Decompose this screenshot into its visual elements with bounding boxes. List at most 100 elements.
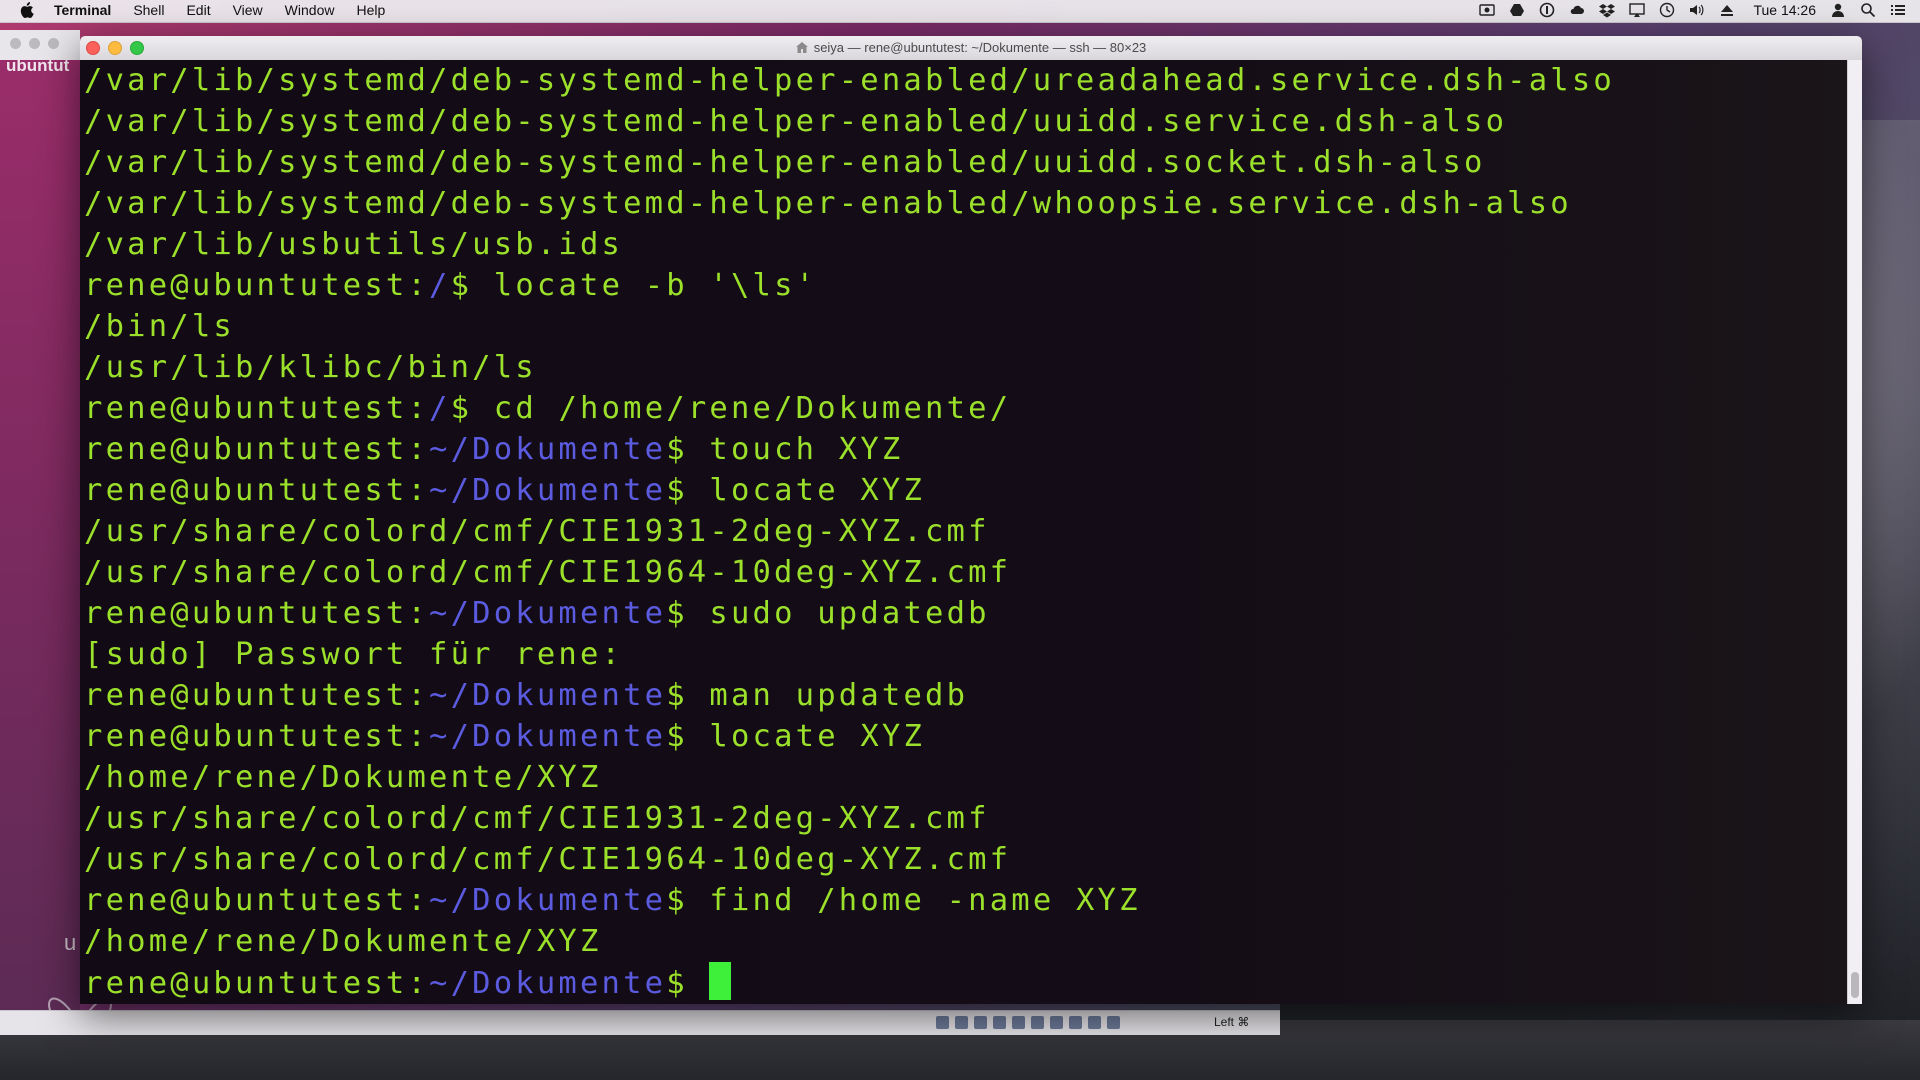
prompt-path: ~/Dokumente bbox=[429, 719, 667, 754]
prompt-symbol: $ bbox=[450, 268, 473, 303]
prompt-symbol: $ bbox=[666, 596, 688, 631]
google-drive-icon[interactable] bbox=[1509, 2, 1525, 18]
time-machine-icon[interactable] bbox=[1659, 2, 1675, 18]
command-text: touch XYZ bbox=[687, 432, 904, 467]
terminal-output-line: [sudo] Passwort für rene: bbox=[84, 637, 624, 672]
prompt-separator: : bbox=[407, 391, 430, 426]
prompt-path: ~/Dokumente bbox=[429, 883, 667, 918]
terminal-output-line: /var/lib/systemd/deb-systemd-helper-enab… bbox=[84, 145, 1486, 180]
window-title: seiya — rene@ubuntutest: ~/Dokumente — s… bbox=[80, 40, 1862, 55]
display-icon[interactable] bbox=[1050, 1016, 1063, 1029]
terminal-prompt-line: rene@ubuntutest:~/Dokumente$ find /home … bbox=[84, 880, 1615, 921]
prompt-path: / bbox=[429, 268, 451, 303]
prompt-path: / bbox=[429, 391, 451, 426]
user-icon[interactable] bbox=[1830, 2, 1846, 18]
scrollbar[interactable] bbox=[1847, 60, 1862, 1004]
command-text: locate XYZ bbox=[687, 473, 926, 508]
prompt-path: ~/Dokumente bbox=[429, 432, 667, 467]
terminal-output-line: /home/rene/Dokumente/XYZ bbox=[84, 924, 602, 959]
menu-app-terminal[interactable]: Terminal bbox=[54, 2, 111, 18]
terminal-output-line: /home/rene/Dokumente/XYZ bbox=[84, 760, 602, 795]
menu-bar: Terminal Shell Edit View Window Help Tue… bbox=[0, 0, 1920, 23]
vm-window-controls[interactable] bbox=[10, 38, 59, 49]
command-text: find /home -name XYZ bbox=[687, 883, 1141, 918]
dropbox-icon[interactable] bbox=[1599, 2, 1616, 18]
prompt-separator: : bbox=[407, 883, 430, 918]
prompt-separator: : bbox=[407, 432, 430, 467]
terminal-prompt-line: rene@ubuntutest:~/Dokumente$ sudo update… bbox=[84, 593, 1615, 634]
prompt-separator: : bbox=[407, 678, 430, 713]
apple-logo-icon[interactable] bbox=[20, 2, 34, 18]
1password-icon[interactable] bbox=[1539, 2, 1555, 18]
command-text: locate -b '\ls' bbox=[472, 268, 818, 303]
prompt-symbol: $ bbox=[666, 883, 688, 918]
terminal-output-line: /var/lib/usbutils/usb.ids bbox=[84, 227, 624, 262]
prompt-host: rene@ubuntutest bbox=[84, 966, 408, 1001]
screen-record-icon[interactable] bbox=[1479, 2, 1496, 18]
cpu-icon[interactable] bbox=[1088, 1016, 1101, 1029]
cloud-icon[interactable] bbox=[1569, 2, 1585, 18]
audio-icon[interactable] bbox=[974, 1016, 987, 1029]
prompt-symbol: $ bbox=[666, 966, 688, 1001]
terminal-prompt-line: rene@ubuntutest:~/Dokumente$ locate XYZ bbox=[84, 716, 1615, 757]
terminal-output-line: /usr/lib/klibc/bin/ls bbox=[84, 350, 537, 385]
network-icon[interactable] bbox=[993, 1016, 1006, 1029]
prompt-separator: : bbox=[407, 596, 430, 631]
prompt-separator: : bbox=[407, 966, 430, 1001]
menu-window[interactable]: Window bbox=[285, 2, 335, 18]
usb-icon[interactable] bbox=[1012, 1016, 1025, 1029]
menu-clock[interactable]: Tue 14:26 bbox=[1753, 2, 1816, 18]
prompt-host: rene@ubuntutest bbox=[84, 391, 408, 426]
prompt-path: ~/Dokumente bbox=[429, 473, 667, 508]
prompt-symbol: $ bbox=[666, 473, 688, 508]
command-text bbox=[688, 966, 710, 1001]
vm-desktop-letter: u bbox=[64, 930, 77, 955]
terminal-prompt-line: rene@ubuntutest:/$ cd /home/rene/Dokumen… bbox=[84, 388, 1615, 429]
terminal-output-line: /var/lib/systemd/deb-systemd-helper-enab… bbox=[84, 186, 1572, 221]
terminal-output-line: /usr/share/colord/cmf/CIE1964-10deg-XYZ.… bbox=[84, 555, 1012, 590]
screen-mirroring-icon[interactable] bbox=[1629, 2, 1646, 18]
notification-center-icon[interactable] bbox=[1890, 2, 1906, 18]
vm-desktop-strip bbox=[0, 56, 80, 1016]
prompt-host: rene@ubuntutest bbox=[84, 678, 408, 713]
prompt-host: rene@ubuntutest bbox=[84, 473, 408, 508]
terminal-output-line: /bin/ls bbox=[84, 309, 235, 344]
harddisk-icon[interactable] bbox=[936, 1016, 949, 1029]
window-titlebar[interactable]: seiya — rene@ubuntutest: ~/Dokumente — s… bbox=[80, 36, 1862, 61]
terminal-output-line: /var/lib/systemd/deb-systemd-helper-enab… bbox=[84, 104, 1508, 139]
prompt-host: rene@ubuntutest bbox=[84, 883, 408, 918]
terminal-prompt-line: rene@ubuntutest:/$ locate -b '\ls' bbox=[84, 265, 1615, 306]
shared-folder-icon[interactable] bbox=[1031, 1016, 1044, 1029]
prompt-symbol: $ bbox=[450, 391, 473, 426]
menu-view[interactable]: View bbox=[233, 2, 263, 18]
host-key-label: Left ⌘ bbox=[1214, 1015, 1250, 1029]
prompt-symbol: $ bbox=[666, 432, 688, 467]
terminal-cursor[interactable] bbox=[709, 962, 732, 1000]
eject-icon[interactable] bbox=[1719, 2, 1735, 18]
terminal-lines: /var/lib/systemd/deb-systemd-helper-enab… bbox=[84, 60, 1615, 1003]
menu-edit[interactable]: Edit bbox=[186, 2, 210, 18]
spotlight-search-icon[interactable] bbox=[1860, 2, 1876, 18]
volume-icon[interactable] bbox=[1689, 2, 1705, 18]
terminal-content[interactable]: /var/lib/systemd/deb-systemd-helper-enab… bbox=[80, 60, 1848, 1004]
recording-icon[interactable] bbox=[1069, 1016, 1082, 1029]
menu-help[interactable]: Help bbox=[356, 2, 385, 18]
prompt-separator: : bbox=[407, 719, 430, 754]
prompt-host: rene@ubuntutest bbox=[84, 596, 408, 631]
terminal-prompt-line: rene@ubuntutest:~/Dokumente$ touch XYZ bbox=[84, 429, 1615, 470]
vm-device-icons bbox=[936, 1016, 1120, 1029]
prompt-path: ~/Dokumente bbox=[429, 678, 667, 713]
menu-shell[interactable]: Shell bbox=[133, 2, 164, 18]
scrollbar-thumb[interactable] bbox=[1851, 972, 1859, 998]
optical-drive-icon[interactable] bbox=[955, 1016, 968, 1029]
command-text: sudo updatedb bbox=[687, 596, 990, 631]
terminal-output-line: /usr/share/colord/cmf/CIE1964-10deg-XYZ.… bbox=[84, 842, 1012, 877]
mouse-integration-icon[interactable] bbox=[1107, 1016, 1120, 1029]
prompt-host: rene@ubuntutest bbox=[84, 719, 408, 754]
terminal-output-line: /var/lib/systemd/deb-systemd-helper-enab… bbox=[84, 63, 1615, 98]
home-icon bbox=[795, 42, 808, 53]
terminal-output-line: /usr/share/colord/cmf/CIE1931-2deg-XYZ.c… bbox=[84, 514, 990, 549]
terminal-window: seiya — rene@ubuntutest: ~/Dokumente — s… bbox=[80, 36, 1862, 1004]
terminal-prompt-line: rene@ubuntutest:~/Dokumente$ man updated… bbox=[84, 675, 1615, 716]
terminal-prompt-line: rene@ubuntutest:~/Dokumente$ bbox=[84, 962, 1615, 1003]
